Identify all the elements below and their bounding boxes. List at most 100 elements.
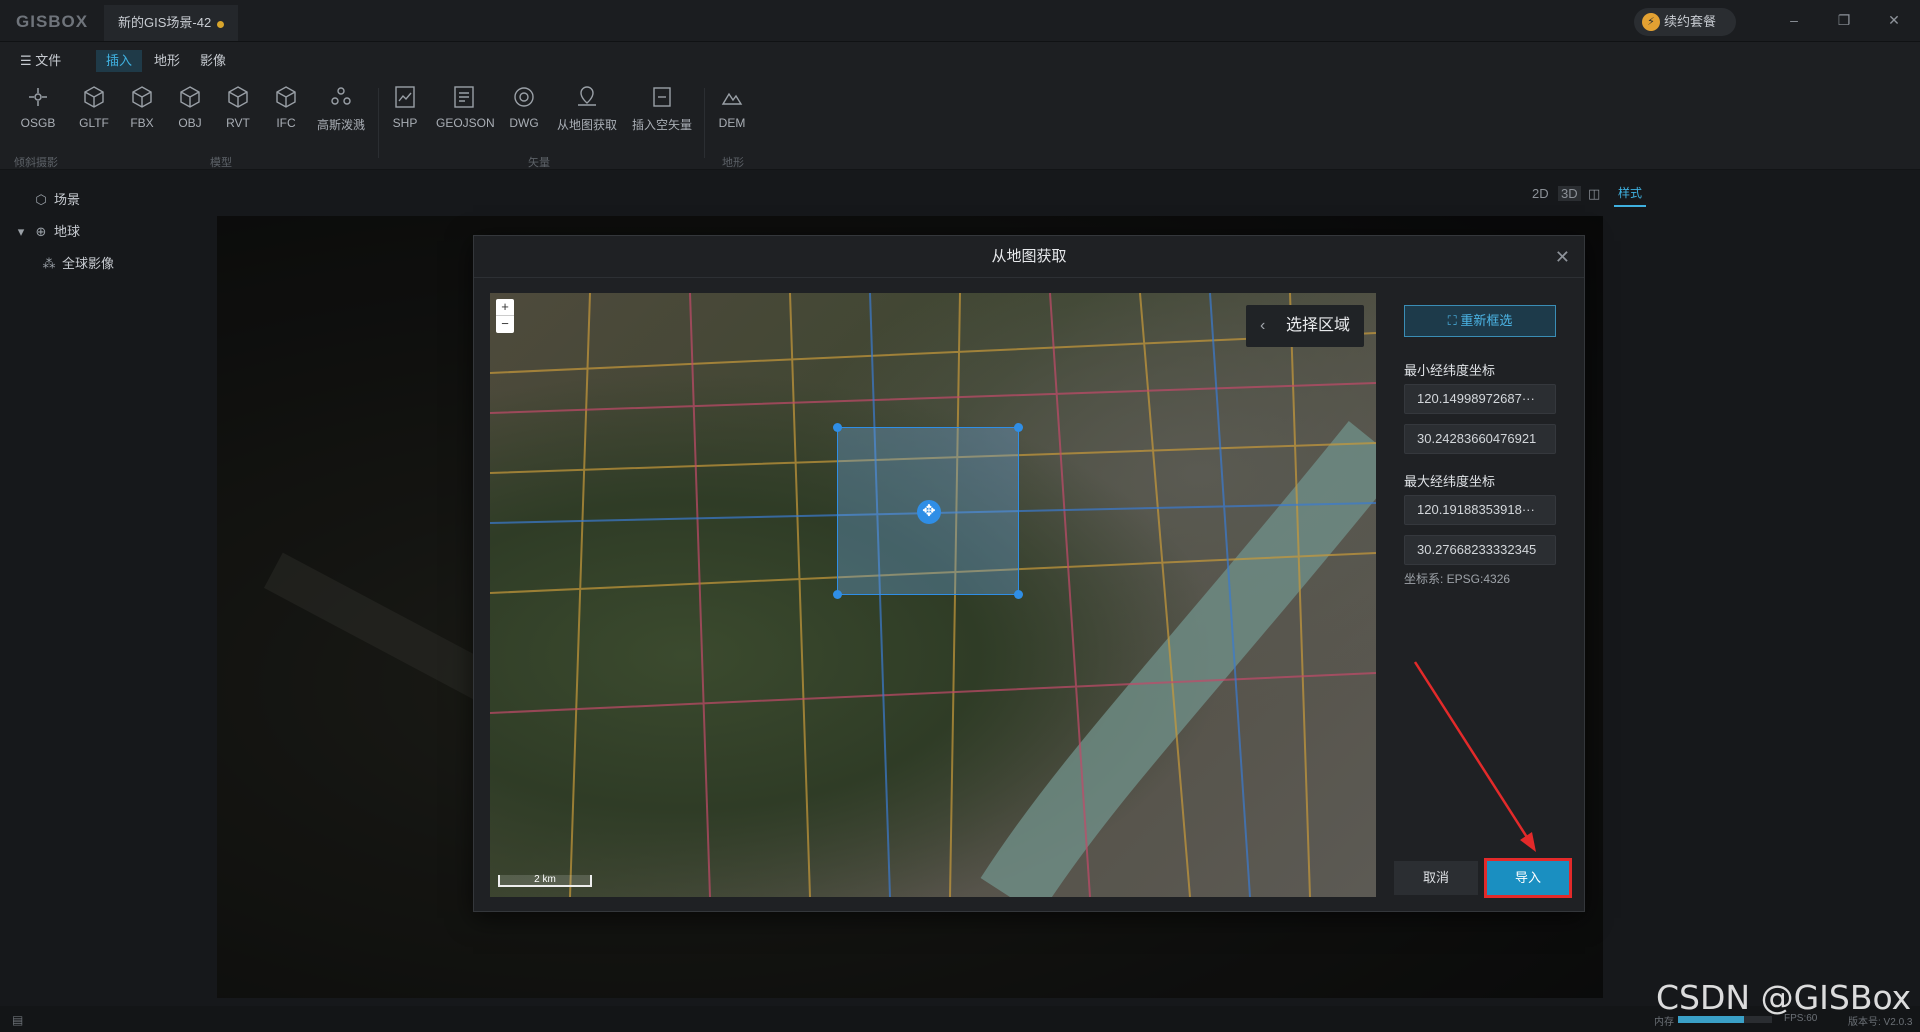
tool-label: DEM — [718, 116, 746, 130]
tool-label: GEOJSON — [436, 116, 495, 130]
resize-handle[interactable] — [833, 423, 842, 432]
osgb-icon — [29, 88, 47, 106]
tree-item-earth[interactable]: ▾ ⊕ 地球 — [14, 222, 80, 242]
close-icon[interactable]: ✕ — [1555, 247, 1570, 268]
tab-insert[interactable]: 插入 — [96, 50, 143, 72]
file-menu[interactable]: ☰ 文件 — [20, 50, 61, 72]
annotation-arrow-icon — [1413, 661, 1536, 852]
select-area-panel[interactable]: ‹ 选择区域 — [1246, 305, 1364, 347]
tool-shp[interactable]: SHP — [388, 84, 422, 144]
renew-plan-button[interactable]: ⚡ 续约套餐 — [1634, 8, 1736, 36]
crs-label: 坐标系: EPSG:4326 — [1404, 572, 1511, 586]
tool-label: 高斯泼溅 — [316, 118, 365, 132]
group-label-oblique: 倾斜摄影 — [14, 157, 58, 169]
zoom-out-button[interactable]: − — [496, 316, 514, 333]
tool-label: FBX — [130, 116, 154, 130]
resize-handle[interactable] — [1014, 423, 1023, 432]
tool-gaussian-splat[interactable]: 高斯泼溅 — [314, 84, 368, 144]
scene-icon: ⬡ — [35, 192, 47, 207]
split-view-icon[interactable]: ◫ — [1588, 186, 1600, 202]
max-lat-field[interactable]: 30.27668233332345 — [1404, 535, 1556, 565]
cube-icon — [132, 86, 152, 108]
tree-item-label: 全球影像 — [62, 256, 115, 271]
file-menu-label: 文件 — [35, 53, 62, 68]
map-canvas[interactable]: + − ‹ 选择区域 ✥ 2 km — [490, 293, 1376, 897]
cube-icon — [180, 86, 200, 108]
zoom-in-button[interactable]: + — [496, 299, 514, 316]
document-tab[interactable]: 新的GIS场景-42 — [104, 5, 238, 41]
empty-vector-icon — [653, 87, 671, 107]
tool-dem[interactable]: DEM — [714, 84, 750, 144]
tree-item-scene[interactable]: ⬡ 场景 — [34, 190, 80, 210]
tool-fbx[interactable]: FBX — [122, 84, 162, 144]
tool-geojson[interactable]: GEOJSON — [436, 84, 495, 144]
tab-terrain[interactable]: 地形 — [154, 50, 180, 72]
selection-rectangle[interactable]: ✥ — [833, 423, 1023, 599]
chevron-left-icon: ‹ — [1260, 317, 1266, 334]
resize-handle[interactable] — [1014, 590, 1023, 599]
log-icon[interactable]: ▤ — [12, 1013, 23, 1027]
close-window-button[interactable]: ✕ — [1884, 10, 1904, 30]
tree-item-label: 场景 — [54, 192, 81, 207]
tab-imagery[interactable]: 影像 — [200, 50, 226, 72]
view-2d-button[interactable]: 2D — [1532, 186, 1549, 201]
tool-ifc[interactable]: IFC — [266, 84, 306, 144]
renew-plan-label: 续约套餐 — [1664, 14, 1717, 29]
resize-handle[interactable] — [833, 590, 842, 599]
cancel-button[interactable]: 取消 — [1394, 861, 1478, 895]
tool-label: OSGB — [20, 116, 56, 130]
hamburger-icon: ☰ — [20, 53, 36, 68]
tool-obj[interactable]: OBJ — [170, 84, 210, 144]
import-button[interactable]: 导入 — [1484, 858, 1572, 898]
tool-label: RVT — [226, 116, 250, 130]
dem-icon — [721, 92, 743, 105]
cube-icon — [228, 86, 248, 108]
tool-label: DWG — [509, 116, 539, 130]
group-label-vector: 矢量 — [528, 157, 550, 169]
watermark: CSDN @GISBox — [1656, 978, 1912, 1017]
ribbon-divider — [378, 88, 379, 158]
move-icon[interactable]: ✥ — [917, 500, 941, 524]
tab-style[interactable]: 样式 — [1614, 184, 1647, 207]
scale-bar: 2 km — [498, 875, 592, 887]
zoom-control: + − — [496, 299, 514, 333]
imagery-icon: ⁂ — [42, 256, 56, 271]
min-coord-label: 最小经纬度坐标 — [1404, 363, 1496, 378]
road-network — [490, 293, 1376, 897]
tool-label: GLTF — [79, 116, 109, 130]
shp-file-icon — [395, 86, 415, 108]
tool-dwg[interactable]: DWG — [506, 84, 542, 144]
minimize-button[interactable]: – — [1784, 10, 1804, 30]
dwg-icon — [514, 87, 534, 107]
memory-bar-fill — [1678, 1016, 1744, 1023]
min-lon-field[interactable]: 120.14998972687··· — [1404, 384, 1556, 414]
tool-from-map[interactable]: 从地图获取 — [554, 84, 620, 144]
tool-label: 从地图获取 — [556, 118, 617, 132]
splat-icon — [331, 87, 351, 105]
cube-icon — [84, 86, 104, 108]
app-logo: GISBOX — [16, 12, 89, 31]
lightning-icon: ⚡ — [1642, 13, 1660, 31]
tool-gltf[interactable]: GLTF — [74, 84, 114, 144]
memory-bar — [1678, 1016, 1772, 1023]
globe-icon: ⊕ — [35, 224, 47, 239]
status-bar: ▤ 内存 FPS:60 版本号: V2.0.3 — [0, 1006, 1920, 1032]
view-3d-button[interactable]: 3D — [1558, 186, 1581, 201]
min-lat-field[interactable]: 30.24283660476921 — [1404, 424, 1556, 454]
reselect-label: 重新框选 — [1460, 313, 1513, 328]
document-tab-label: 新的GIS场景-42 — [118, 15, 212, 30]
group-label-model: 模型 — [210, 157, 232, 169]
tool-rvt[interactable]: RVT — [218, 84, 258, 144]
tree-item-global-imagery[interactable]: ⁂ 全球影像 — [42, 254, 115, 274]
reselect-button[interactable]: ⛶ 重新框选 — [1404, 305, 1556, 337]
scene-tree-panel: ⬡ 场景 ▾ ⊕ 地球 ⁂ 全球影像 — [0, 170, 216, 1006]
cube-icon — [276, 86, 296, 108]
chevron-down-icon: ▾ — [17, 224, 25, 239]
tool-osgb[interactable]: OSGB — [18, 84, 58, 144]
max-lon-field[interactable]: 120.19188353918··· — [1404, 495, 1556, 525]
restore-button[interactable]: ❐ — [1834, 10, 1854, 30]
tool-label: 插入空矢量 — [631, 118, 692, 132]
ribbon-toolbar: OSGB GLTF FBX OBJ RVT IFC 高斯泼溅 SHP GEOJS… — [0, 78, 1920, 170]
reselect-icon: ⛶ — [1447, 313, 1461, 328]
tool-empty-vector[interactable]: 插入空矢量 — [630, 84, 694, 144]
